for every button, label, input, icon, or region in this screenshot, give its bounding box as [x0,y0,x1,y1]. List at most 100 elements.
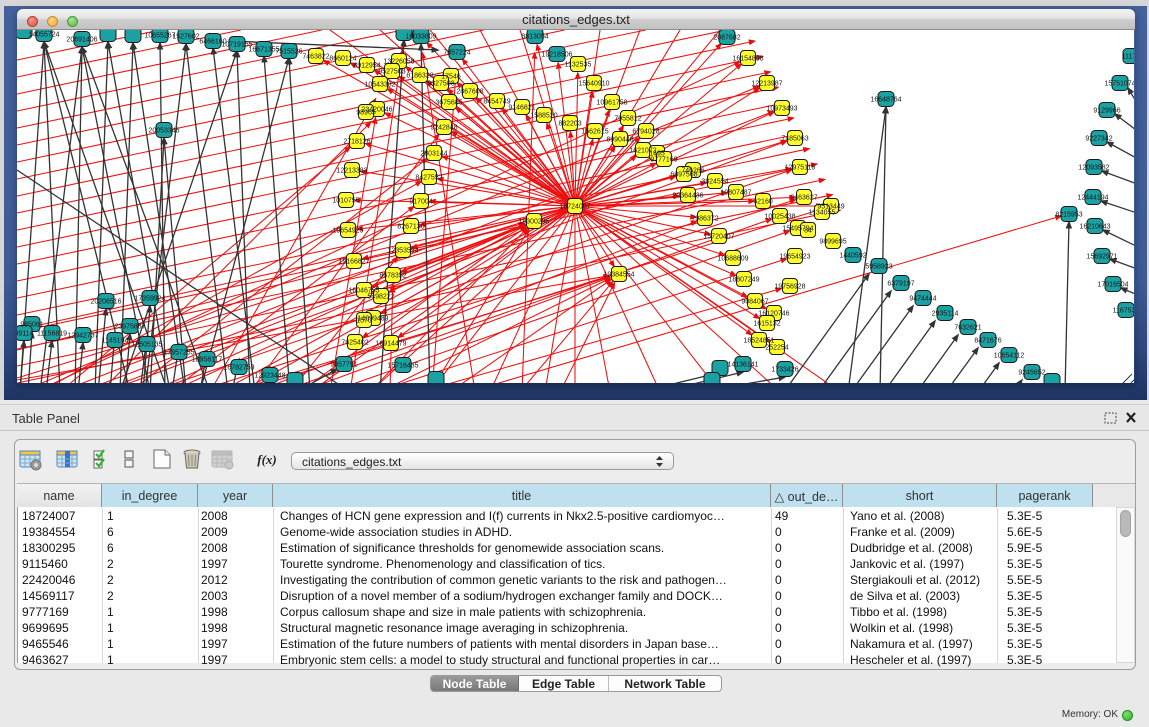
svg-text:39114: 39114 [17,331,34,338]
svg-text:62160: 62160 [753,199,773,206]
svg-text:917004: 917004 [409,199,432,206]
svg-text:882203: 882203 [558,121,581,128]
svg-text:19218506: 19218506 [541,52,572,59]
svg-text:15720407: 15720407 [703,234,734,241]
svg-text:12213383: 12213383 [336,168,367,175]
svg-text:8678352: 8678352 [379,273,406,280]
svg-text:19384554: 19384554 [603,272,634,279]
svg-text:16914479: 16914479 [375,341,406,348]
svg-text:18524851: 18524851 [743,338,774,345]
svg-text:17546: 17546 [441,74,461,81]
svg-text:8267130: 8267130 [397,224,424,231]
svg-text:12353594: 12353594 [387,248,418,255]
svg-text:985061: 985061 [20,322,43,329]
svg-text:3675685: 3675685 [435,100,462,107]
svg-text:17957255: 17957255 [163,350,194,357]
svg-text:8454749: 8454749 [483,99,510,106]
svg-text:11172: 11172 [1122,54,1134,61]
svg-text:7986372: 7986372 [691,216,718,223]
svg-text:12942737: 12942737 [67,333,98,340]
svg-text:12923448: 12923448 [254,373,285,380]
svg-text:8660124: 8660124 [329,56,356,63]
svg-text:9327508: 9327508 [427,81,454,88]
svg-text:1440592: 1440592 [839,253,866,260]
svg-text:252254: 252254 [765,345,788,352]
svg-text:6379197: 6379197 [887,281,914,288]
svg-text:9474444: 9474444 [909,296,936,303]
svg-text:14055724: 14055724 [28,32,59,39]
svg-text:15640910: 15640910 [578,81,609,88]
svg-text:16782759: 16782759 [223,365,254,372]
svg-text:20053346: 20053346 [148,128,179,135]
svg-text:10973493: 10973493 [766,106,797,113]
svg-text:16120746: 16120746 [758,311,789,318]
svg-text:8990448: 8990448 [606,137,633,144]
svg-text:17359924: 17359924 [134,296,165,303]
svg-text:12975115: 12975115 [785,165,816,172]
svg-text:7857224: 7857224 [443,50,470,57]
svg-text:5958923: 5958923 [865,264,892,271]
svg-text:12505135: 12505135 [131,342,162,349]
svg-text:9657791: 9657791 [330,362,357,369]
svg-text:10654112: 10654112 [994,353,1025,360]
svg-text:16033809: 16033809 [405,34,436,41]
svg-text:8186328: 8186328 [406,73,433,80]
svg-text:10961758: 10961758 [596,100,627,107]
svg-text:12213987: 12213987 [751,81,782,88]
svg-text:15716485: 15716485 [387,363,418,370]
svg-text:10543382: 10543382 [364,82,395,89]
svg-text:9777169: 9777169 [650,157,677,164]
svg-text:9899695: 9899695 [819,239,846,246]
svg-text:2867608: 2867608 [456,89,483,96]
svg-text:20691406: 20691406 [66,37,97,44]
svg-text:16648764: 16648764 [870,97,901,104]
svg-text:7632621: 7632621 [954,325,981,332]
svg-text:6794028: 6794028 [632,129,659,136]
svg-text:23975887: 23975887 [114,324,145,331]
svg-text:1733426: 1733426 [771,367,798,374]
svg-text:13226058: 13226058 [383,59,414,66]
svg-text:10655267: 10655267 [144,33,175,40]
svg-text:5498222: 5498222 [367,294,394,301]
svg-text:10807487: 10807487 [720,190,751,197]
svg-text:1010755: 1010755 [332,198,359,205]
svg-text:9242848: 9242848 [430,125,457,132]
svg-text:1562615: 1562615 [581,129,608,136]
svg-text:3824554: 3824554 [701,179,728,186]
svg-text:15751074: 15751074 [1104,81,1134,88]
svg-text:18807249: 18807249 [728,277,759,284]
svg-text:2803144: 2803144 [420,151,447,158]
svg-text:16154808: 16154808 [732,56,763,63]
svg-text:19166827: 19166827 [338,259,369,266]
svg-text:6897568: 6897568 [670,172,697,179]
svg-text:12444194: 12444194 [1077,195,1108,202]
svg-text:7625402: 7625402 [341,340,368,347]
svg-text:2935114: 2935114 [932,311,959,318]
svg-text:8215953: 8215953 [1055,212,1082,219]
svg-text:84: 84 [804,228,812,235]
svg-text:9463627: 9463627 [790,195,817,202]
svg-text:15692971: 15692971 [1086,254,1117,261]
svg-text:8813054: 8813054 [521,34,548,41]
svg-text:1615132: 1615132 [753,321,780,328]
svg-text:9527503: 9527503 [378,69,405,76]
svg-text:8471676: 8471676 [974,338,1001,345]
svg-text:2718126: 2718126 [343,139,370,146]
svg-text:1588520: 1588520 [530,113,557,120]
svg-text:14136141: 14136141 [727,362,758,369]
svg-text:20364436: 20364436 [672,193,703,200]
svg-text:8912954: 8912954 [353,63,380,70]
svg-text:7463822: 7463822 [302,54,329,61]
svg-text:8427552: 8427552 [415,175,442,182]
svg-text:10958117: 10958117 [192,357,223,364]
svg-text:7955812: 7955812 [614,116,641,123]
svg-text:9084067: 9084067 [741,299,768,306]
svg-text:7485063: 7485063 [781,136,808,143]
svg-text:7515526: 7515526 [275,49,302,56]
svg-text:12093582: 12093582 [1078,165,1109,172]
svg-text:10688609: 10688609 [717,256,748,263]
svg-text:1527602: 1527602 [172,34,199,41]
svg-text:1167533: 1167533 [1113,308,1134,315]
svg-text:9146821: 9146821 [508,105,535,112]
svg-text:98965: 98965 [356,110,376,117]
